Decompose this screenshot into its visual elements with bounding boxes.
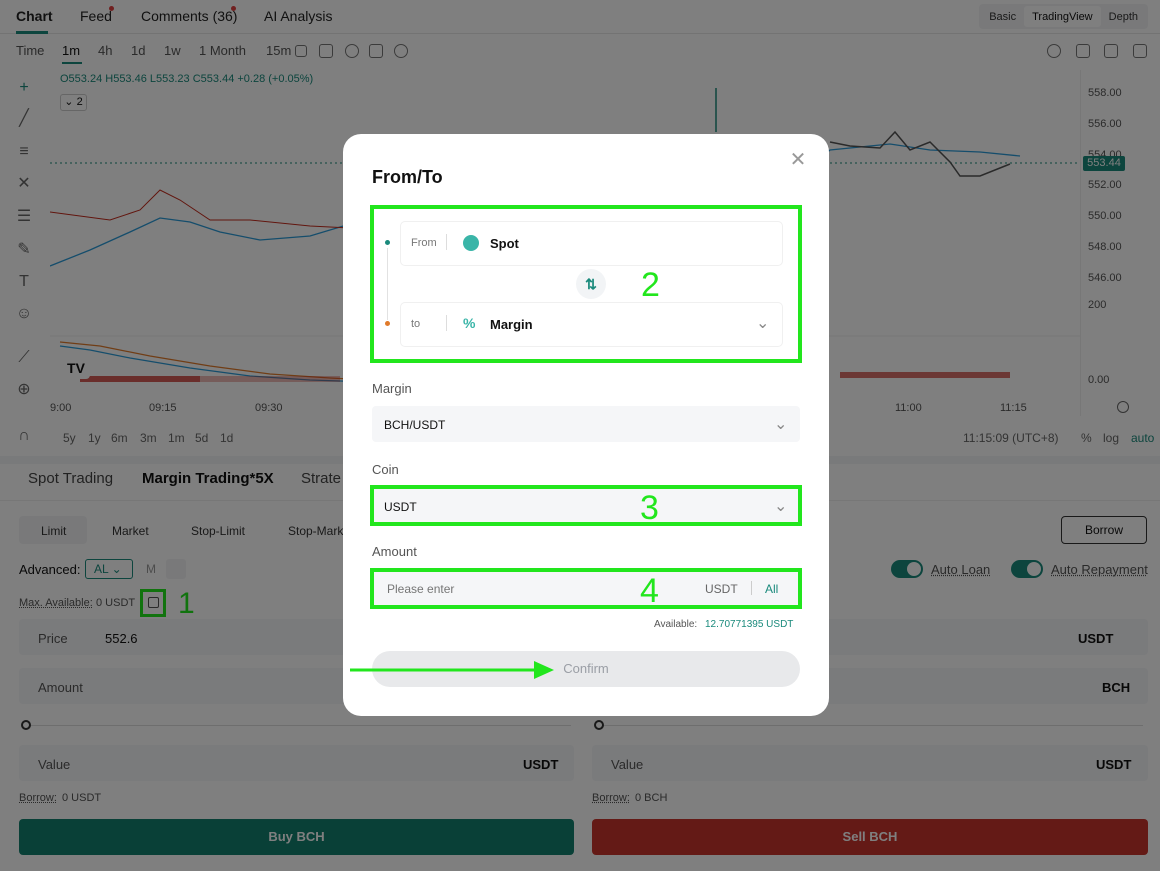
margin-pair-value: BCH/USDT	[384, 418, 446, 432]
available-label: Available:	[654, 619, 698, 630]
highlight-box-3	[370, 485, 802, 526]
annotation-4: 4	[640, 572, 659, 610]
coin-label: Coin	[372, 462, 399, 477]
annotation-arrow	[350, 661, 554, 679]
modal-title: From/To	[372, 167, 443, 187]
available-value: 12.70771395 USDT	[705, 619, 794, 630]
annotation-2: 2	[641, 266, 660, 304]
amount-label: Amount	[372, 544, 417, 559]
annotation-3: 3	[640, 489, 659, 527]
close-icon[interactable]: ✕	[789, 150, 807, 170]
chevron-down-icon: ⌄	[774, 416, 788, 433]
highlight-box-4	[370, 568, 802, 609]
margin-label: Margin	[372, 381, 412, 396]
highlight-box-2	[370, 205, 802, 363]
